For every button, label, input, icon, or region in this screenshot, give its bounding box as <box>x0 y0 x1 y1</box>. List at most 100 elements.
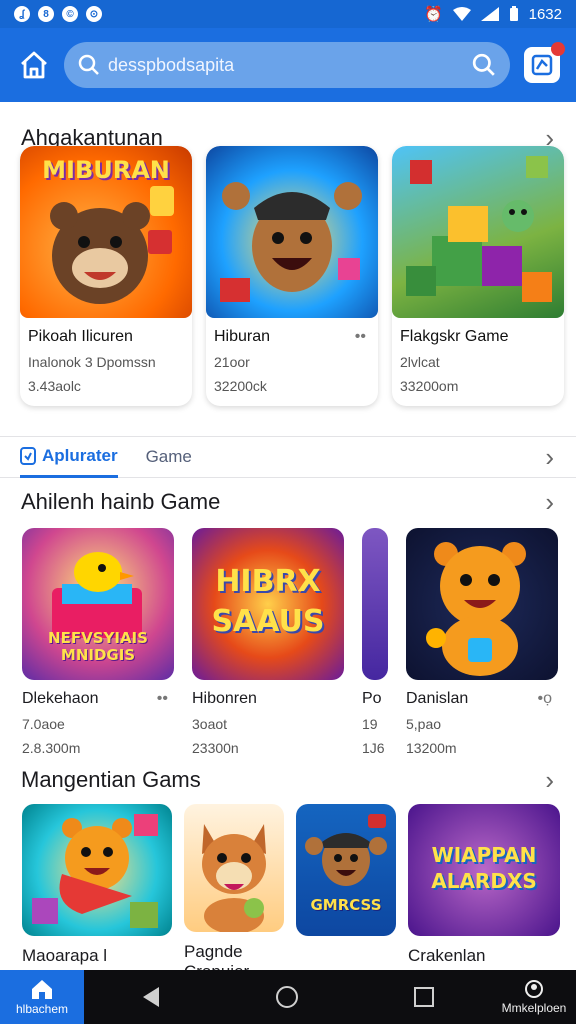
game-art-partial <box>362 528 388 680</box>
more-options-icon[interactable]: •• <box>157 690 168 708</box>
game-title: Maoarapa l <box>22 946 108 965</box>
category-tabs: Aplurater Game › <box>0 436 576 478</box>
app-subtitle: 2lvlcat <box>400 354 440 370</box>
main-content: Ahgakantunan › MIBURAN Pikoah Ilicuren I… <box>0 102 576 970</box>
game-title: Dlekehaon <box>22 690 99 707</box>
alarm-icon: ⏰ <box>423 6 443 23</box>
bottom-nav-bar: hlbachem Mmkelploen <box>0 970 576 1024</box>
tab-label: Aplurater <box>42 445 118 465</box>
nav-extra-button[interactable]: Mmkelploen <box>492 979 576 1015</box>
nav-extra-label: Mmkelploen <box>501 1001 567 1015</box>
system-home-icon[interactable] <box>275 985 299 1009</box>
notification-icon-2: 8 <box>38 6 54 22</box>
section-header[interactable]: Ahilenh hainb Game › <box>0 484 576 520</box>
section-recommended: Mangentian Gams › <box>0 762 576 798</box>
app-card[interactable]: MIBURAN Pikoah Ilicuren Inalonok 3 Dpoms… <box>20 146 192 406</box>
game-art-logo: HIBRX SAAUS <box>192 528 344 680</box>
game-art-orange-bear <box>406 528 558 680</box>
notification-icon-4: ⊙ <box>86 6 102 22</box>
chevron-right-icon[interactable]: › <box>545 442 554 473</box>
game-tile[interactable]: NEFVSYIAIS MNIDGIS Dlekehaon •• 7.0aoe 2.… <box>22 528 174 756</box>
game-downloads: 2.8.300m <box>22 740 81 756</box>
home-icon <box>21 51 47 79</box>
more-options-icon[interactable]: •• <box>355 328 366 346</box>
app-card[interactable]: Flakgskr Game 2lvlcat 33200om <box>392 146 564 406</box>
game-tile[interactable]: Pagnde Crapuier <box>184 804 284 970</box>
search-submit-icon[interactable] <box>472 53 496 77</box>
game-art-hero: GMRCSS <box>296 804 396 936</box>
home-icon <box>32 980 52 999</box>
game-tile[interactable]: WIAPPAN ALARDXS Crakenlan <box>408 804 560 970</box>
notification-badge <box>551 42 565 56</box>
app-subtitle: 21oor <box>214 354 250 370</box>
recents-icon[interactable] <box>413 986 435 1008</box>
game-title: Crakenlan <box>408 946 486 965</box>
game-art-character <box>206 146 378 318</box>
app-title: Pikoah Ilicuren <box>28 328 133 345</box>
game-title: Pagnde Crapuier <box>184 942 249 970</box>
tab-games[interactable]: Game <box>146 436 192 478</box>
notification-icon-1: ʆ <box>14 6 30 22</box>
game-subtitle: 7.0aoe <box>22 716 65 732</box>
game-tile[interactable]: GMRCSS <box>296 804 396 970</box>
game-art-title: MIBURAN <box>42 156 170 184</box>
app-downloads: 3.43aolc <box>28 378 81 394</box>
tab-apps[interactable]: Aplurater <box>20 436 118 478</box>
game-downloads: 1J6 <box>362 740 385 756</box>
game-art-dog <box>184 804 284 932</box>
battery-icon <box>509 6 518 21</box>
game-subtitle: 5,pao <box>406 716 442 732</box>
chevron-right-icon[interactable]: › <box>545 487 554 518</box>
game-art-bird: NEFVSYIAIS MNIDGIS <box>22 528 174 680</box>
nav-home-button[interactable]: hlbachem <box>0 970 84 1024</box>
featured-cards: MIBURAN Pikoah Ilicuren Inalonok 3 Dpoms… <box>20 146 564 406</box>
game-title: Po <box>362 690 382 707</box>
nav-home-label: hlbachem <box>15 1002 69 1016</box>
notification-box-icon <box>531 54 553 76</box>
profile-icon <box>525 980 543 998</box>
section-title: Ahilenh hainb Game <box>21 489 221 514</box>
game-art-title: NEFVSYIAIS MNIDGIS <box>48 629 148 664</box>
game-art-title: HIBRX SAAUS <box>211 564 325 639</box>
tab-label: Game <box>145 447 192 466</box>
game-tile[interactable]: Danislan •ọ 5,pao 13200m <box>406 528 558 756</box>
chevron-right-icon[interactable]: › <box>545 765 554 796</box>
search-input[interactable] <box>108 54 472 76</box>
game-tile[interactable]: HIBRX SAAUS Hibonren 3oaot 23300n <box>192 528 344 756</box>
notification-icon-3: © <box>62 6 78 22</box>
game-tile[interactable]: Maoarapa l <box>22 804 172 970</box>
more-options-icon[interactable]: •ọ <box>538 690 553 708</box>
game-downloads: 13200m <box>406 740 457 756</box>
wifi-icon <box>452 7 471 21</box>
signal-icon <box>480 7 499 21</box>
back-icon[interactable] <box>141 986 161 1008</box>
game-art-title: GMRCSS <box>310 896 382 914</box>
game-tile[interactable]: Po 19 1J6 <box>362 528 388 756</box>
home-button[interactable] <box>14 45 54 85</box>
game-art-title: WIAPPAN ALARDXS <box>431 843 537 893</box>
game-title: Danislan <box>406 690 469 707</box>
apps-icon <box>20 446 36 465</box>
section-header[interactable]: Mangentian Gams › <box>0 762 576 798</box>
search-icon <box>78 54 99 75</box>
section-games: Ahilenh hainb Game › <box>0 484 576 520</box>
search-bar[interactable] <box>64 42 510 88</box>
recommended-row: Maoarapa l Pagnde Crapuier <box>22 804 560 970</box>
app-title: Hiburan <box>214 328 271 345</box>
app-downloads: 32200ck <box>214 378 267 394</box>
app-bar <box>0 28 576 102</box>
games-row: NEFVSYIAIS MNIDGIS Dlekehaon •• 7.0aoe 2.… <box>22 528 558 756</box>
status-time: 1632 <box>528 5 562 23</box>
game-subtitle: 19 <box>362 716 378 732</box>
app-downloads: 33200om <box>400 378 459 394</box>
game-art-wordmark: WIAPPAN ALARDXS <box>408 804 560 936</box>
app-subtitle: Inalonok 3 Dpomssn <box>28 354 156 370</box>
app-title: Flakgskr Game <box>400 328 509 345</box>
game-title: Hibonren <box>192 690 257 707</box>
game-downloads: 23300n <box>192 740 239 756</box>
game-art-bear-cubes <box>22 804 172 936</box>
game-art-blocks <box>392 146 564 318</box>
notifications-button[interactable] <box>524 42 565 83</box>
app-card[interactable]: Hiburan •• 21oor 32200ck <box>206 146 378 406</box>
section-title: Mangentian Gams <box>21 767 201 792</box>
